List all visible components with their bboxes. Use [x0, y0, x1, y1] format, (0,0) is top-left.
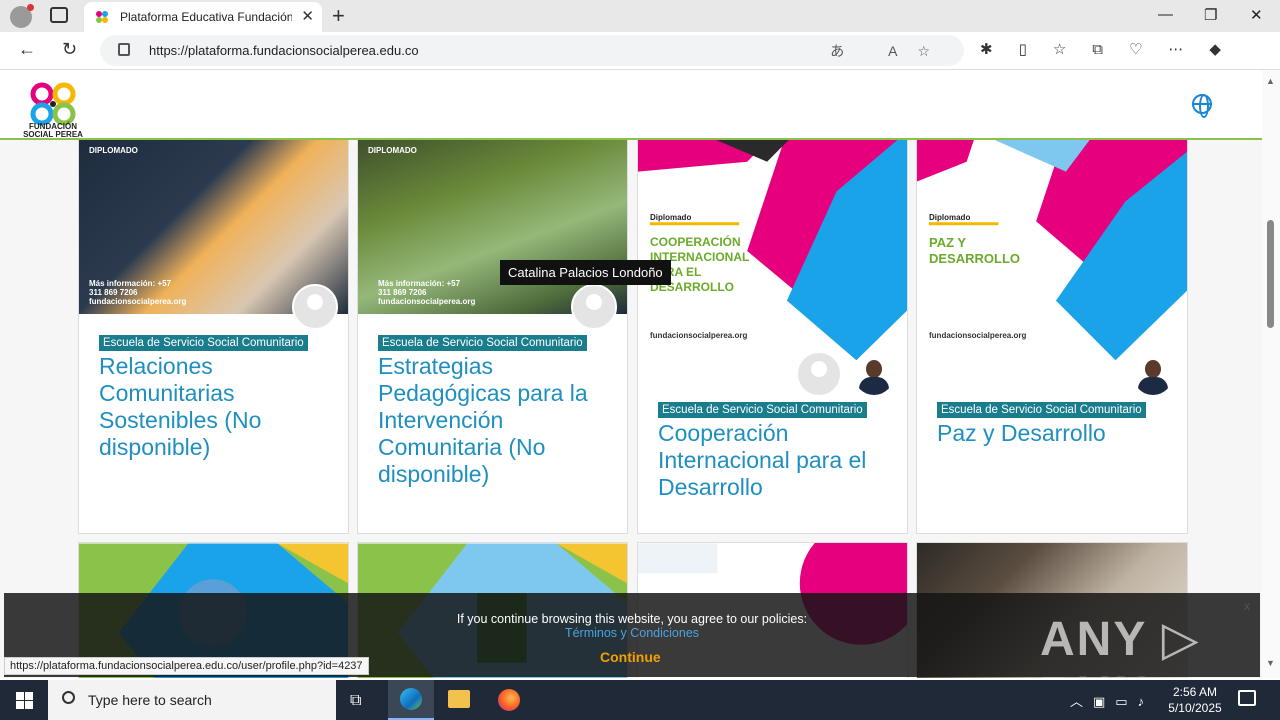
url-text[interactable]: https://plataforma.fundacionsocialperea.… [149, 43, 419, 58]
maximize-button[interactable]: ❐ [1204, 6, 1217, 24]
image-contact: Más información: +57 311 869 7206 [378, 279, 461, 297]
address-bar[interactable]: https://plataforma.fundacionsocialperea.… [100, 35, 964, 66]
image-heading: PAZ Y DESARROLLO [929, 235, 1020, 266]
file-explorer-icon[interactable] [448, 690, 470, 708]
category-badge[interactable]: Escuela de Servicio Social Comunitario [99, 335, 308, 351]
site-favicon-icon [96, 11, 108, 23]
firefox-icon[interactable] [498, 689, 520, 711]
logo-text: FUNDACIÓN SOCIAL PEREA [23, 122, 83, 139]
image-label: Diplomado [650, 213, 692, 222]
search-icon [62, 691, 75, 704]
course-title[interactable]: Estrategias Pedagógicas para la Interven… [378, 353, 614, 488]
teacher-avatar[interactable] [796, 351, 842, 397]
globe-icon[interactable] [1192, 94, 1212, 118]
course-card[interactable]: DIPLOMADO Más información: +57 311 869 7… [357, 130, 628, 534]
taskbar-clock[interactable]: 2:56 AM 5/10/2025 [1166, 684, 1224, 716]
course-card[interactable]: Diplomado COOPERACIÓN INTERNACIONAL PARA… [637, 130, 908, 534]
image-site: fundacionsocialperea.org [650, 331, 748, 340]
scroll-up-icon[interactable]: ▲ [1266, 76, 1275, 86]
tab-actions-icon[interactable] [50, 7, 68, 23]
browser-toolbar: ← ↻ https://plataforma.fundacionsocialpe… [0, 32, 1280, 70]
scroll-down-icon[interactable]: ▼ [1266, 658, 1275, 668]
course-title[interactable]: Cooperación Internacional para el Desarr… [658, 420, 894, 501]
minimize-button[interactable]: — [1158, 6, 1173, 23]
category-badge[interactable]: Escuela de Servicio Social Comunitario [937, 402, 1146, 418]
course-card[interactable]: Diplomado PAZ Y DESARROLLO fundacionsoci… [916, 130, 1188, 534]
task-view-icon[interactable]: ⧉ [350, 692, 361, 710]
notifications-icon[interactable] [1238, 690, 1256, 706]
system-tray-icons[interactable]: ︿▣▭♪ [1070, 691, 1154, 710]
teacher-avatar[interactable] [292, 284, 338, 330]
windows-taskbar: Type here to search ⧉ ︿▣▭♪ 2:56 AM 5/10/… [0, 680, 1280, 720]
close-window-button[interactable]: ✕ [1250, 6, 1263, 24]
profile-icon[interactable] [10, 4, 34, 28]
edge-browser-icon[interactable] [388, 680, 434, 720]
taskbar-search-box[interactable]: Type here to search [48, 680, 336, 720]
image-site: fundacionsocialperea.org [929, 331, 1027, 340]
image-label: DIPLOMADO [89, 146, 138, 155]
anyrun-watermark: ANY ▷ RUN [1040, 613, 1201, 678]
course-title[interactable]: Relaciones Comunitarias Sostenibles (No … [99, 353, 319, 461]
image-label: DIPLOMADO [368, 146, 417, 155]
page-viewport: FUNDACIÓN SOCIAL PEREA DIPLOMADO Más inf… [0, 70, 1262, 678]
toolbar-extension-icons[interactable]: ✱▯☆⧉♡⋯◆ [980, 40, 1247, 58]
course-card[interactable]: DIPLOMADO Más información: +57 311 869 7… [78, 130, 349, 534]
teacher-photo-avatar[interactable] [854, 355, 894, 395]
scroll-thumb[interactable] [1267, 220, 1274, 328]
tab-close-icon[interactable]: ✕ [301, 7, 314, 25]
windows-start-icon[interactable] [16, 692, 33, 709]
clock-date: 5/10/2025 [1168, 701, 1222, 715]
image-label: Diplomado [929, 213, 971, 222]
urlbar-actions[interactable]: あ A☆ [830, 41, 950, 61]
search-placeholder: Type here to search [88, 692, 212, 708]
category-badge[interactable]: Escuela de Servicio Social Comunitario [378, 335, 587, 351]
category-badge[interactable]: Escuela de Servicio Social Comunitario [658, 402, 867, 418]
browser-tab[interactable]: Plataforma Educativa Fundación ✕ [84, 2, 322, 32]
status-bar-url: https://plataforma.fundacionsocialperea.… [4, 657, 369, 675]
page-scrollbar[interactable]: ▲ ▼ [1262, 70, 1280, 678]
tab-strip: Plataforma Educativa Fundación ✕ + — ❐ ✕ [0, 0, 1280, 32]
back-arrow-icon[interactable]: ← [18, 39, 36, 60]
site-header: FUNDACIÓN SOCIAL PEREA [0, 70, 1262, 140]
image-site: fundacionsocialperea.org [378, 297, 476, 306]
new-tab-button[interactable]: + [332, 3, 345, 29]
teacher-avatar[interactable] [571, 284, 617, 330]
clock-time: 2:56 AM [1172, 685, 1218, 699]
reload-icon[interactable]: ↻ [62, 39, 77, 60]
image-site: fundacionsocialperea.org [89, 297, 187, 306]
avatar-tooltip: Catalina Palacios Londoño [500, 260, 671, 285]
lock-icon[interactable] [118, 43, 130, 56]
image-contact: Más información: +57 311 869 7206 [89, 279, 172, 297]
course-title[interactable]: Paz y Desarrollo [937, 420, 1173, 447]
tab-title: Plataforma Educativa Fundación [120, 10, 292, 24]
cookie-continue-button[interactable]: Continue [600, 649, 661, 665]
teacher-photo-avatar[interactable] [1133, 355, 1173, 395]
